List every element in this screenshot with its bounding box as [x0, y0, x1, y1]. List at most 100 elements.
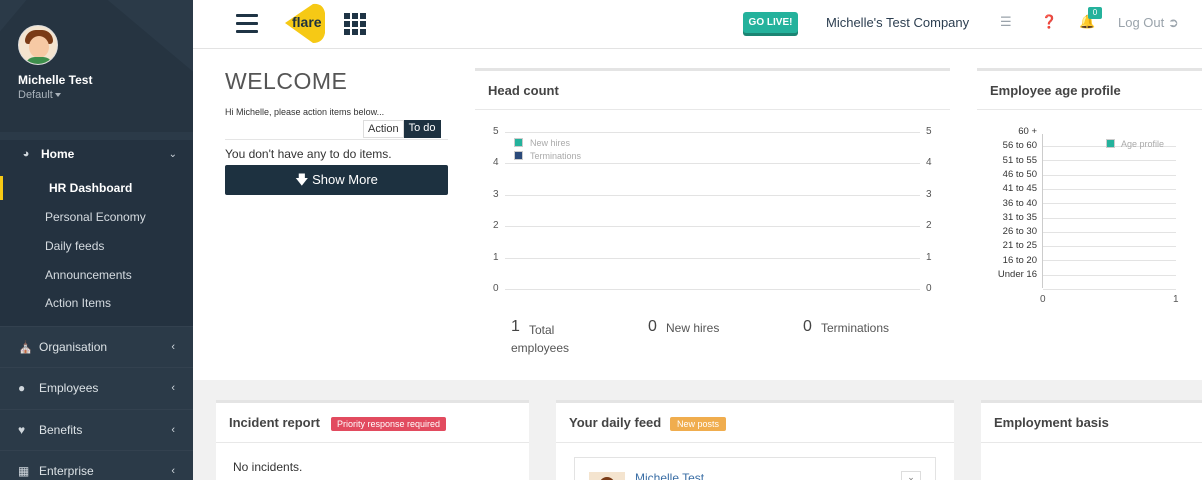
show-more-button[interactable]: 🡇 Show More	[225, 165, 448, 195]
sidebar-label: Employees	[39, 380, 99, 395]
list-icon[interactable]: ☰	[1000, 14, 1012, 30]
divider	[981, 442, 1202, 443]
go-live-button[interactable]: GO LIVE!	[743, 12, 798, 33]
user-name: Michelle Test	[18, 73, 93, 87]
logout-label: Log Out	[1118, 15, 1165, 30]
age-category-label: 60 +	[1018, 126, 1037, 137]
sidebar-label: Benefits	[39, 422, 83, 437]
y-tick-right: 5	[926, 126, 932, 137]
gridline	[1043, 175, 1176, 176]
user-role-dropdown[interactable]: Default	[18, 89, 61, 101]
incident-card: Incident report Priority response requir…	[216, 400, 529, 480]
gridline	[1043, 289, 1176, 290]
sidebar-item-personal-economy[interactable]: Personal Economy	[45, 210, 146, 224]
todo-tabs: Action To do	[363, 120, 441, 138]
tab-todo[interactable]: To do	[403, 120, 441, 138]
sidebar-item-daily-feeds[interactable]: Daily feeds	[45, 239, 104, 253]
sidebar-label: Enterprise	[39, 463, 94, 478]
company-name[interactable]: Michelle's Test Company	[826, 15, 969, 30]
y-tick-left: 2	[493, 220, 499, 231]
stat-terminations-value: 0	[803, 318, 812, 335]
sidebar-item-employees[interactable]: ● Employees ‹	[0, 367, 193, 407]
show-more-label: Show More	[312, 172, 378, 187]
divider	[475, 109, 950, 110]
stat-newhires-label: New hires	[666, 321, 720, 335]
y-tick-left: 1	[493, 252, 499, 263]
stat-total-label: Total employees	[511, 323, 570, 355]
age-category-label: 21 to 25	[1002, 240, 1037, 251]
chevron-left-icon: ‹	[171, 340, 175, 353]
age-category-label: 16 to 20	[1002, 255, 1037, 266]
stat-newhires-value: 0	[648, 318, 657, 335]
logo-text: flare	[292, 14, 322, 30]
gridline	[505, 195, 920, 196]
y-axis	[1042, 134, 1043, 288]
chevron-left-icon: ‹	[171, 381, 175, 394]
y-tick-right: 1	[926, 252, 932, 263]
employment-title: Employment basis	[994, 415, 1109, 430]
tab-action[interactable]: Action	[363, 120, 404, 138]
gridline	[1043, 246, 1176, 247]
logout-link[interactable]: Log Out ➲	[1118, 15, 1179, 31]
legend-swatch-terminations	[514, 151, 523, 160]
sidebar-item-benefits[interactable]: ♥ Benefits ‹	[0, 409, 193, 449]
sidebar: Michelle Test Default ◕ Home ⌄ HR Dashbo…	[0, 0, 193, 480]
sign-out-icon: ➲	[1167, 15, 1179, 30]
stat-terminations-label: Terminations	[821, 321, 890, 335]
x-tick: 1	[1173, 294, 1179, 305]
nav-home-label: Home	[41, 147, 75, 161]
sitemap-icon: ▦	[18, 463, 30, 478]
daily-feed-card: Your daily feed New posts Michelle Test …	[556, 400, 954, 480]
dashboard-icon: ◕	[22, 148, 30, 160]
new-posts-badge: New posts	[670, 417, 727, 431]
sidebar-item-announcements[interactable]: Announcements	[45, 268, 132, 282]
gridline	[1043, 189, 1176, 190]
priority-badge: Priority response required	[331, 417, 447, 431]
age-category-label: 26 to 30	[1002, 226, 1037, 237]
legend-terminations: Terminations	[530, 151, 582, 161]
apps-grid-icon[interactable]	[344, 13, 366, 35]
age-category-label: 46 to 50	[1002, 169, 1037, 180]
legend-new-hires: New hires	[530, 138, 571, 148]
feed-title: Your daily feed	[569, 415, 662, 430]
headcount-card: Head count	[475, 68, 950, 358]
gridline	[1043, 260, 1176, 261]
caret-down-icon	[54, 93, 61, 98]
gridline	[1043, 232, 1176, 233]
employment-basis-card: Employment basis	[981, 400, 1202, 480]
menu-toggle-icon[interactable]	[236, 14, 258, 33]
age-category-label: 51 to 55	[1002, 155, 1037, 166]
legend-age-profile: Age profile	[1121, 139, 1165, 149]
y-tick-left: 4	[493, 157, 499, 168]
divider	[225, 139, 448, 140]
feed-post[interactable]: Michelle Test ⌄	[574, 457, 936, 480]
y-tick-left: 3	[493, 189, 499, 200]
gridline	[1043, 218, 1176, 219]
post-author[interactable]: Michelle Test	[635, 471, 704, 480]
user-panel: Michelle Test Default	[0, 0, 193, 132]
sidebar-item-organisation[interactable]: ⛪ Organisation ‹	[0, 326, 193, 366]
post-avatar	[589, 472, 625, 480]
chevron-left-icon: ‹	[171, 464, 175, 477]
avatar[interactable]	[18, 25, 58, 65]
gridline	[1043, 160, 1176, 161]
gridline	[505, 163, 920, 164]
help-icon[interactable]: ❓	[1041, 14, 1057, 30]
sidebar-label: Organisation	[39, 339, 108, 354]
gridline	[505, 289, 920, 290]
sidebar-item-enterprise[interactable]: ▦ Enterprise ‹	[0, 450, 193, 480]
trophy-icon: ♥	[18, 422, 26, 437]
x-tick: 0	[1040, 294, 1046, 305]
welcome-greeting: Hi Michelle, please action items below..…	[225, 107, 385, 117]
age-category-label: 56 to 60	[1002, 140, 1037, 151]
flare-logo[interactable]: flare	[283, 3, 327, 44]
sidebar-item-hr-dashboard[interactable]: HR Dashboard	[49, 181, 132, 195]
gridline	[1043, 203, 1176, 204]
nav-home[interactable]: ◕ Home ⌄	[0, 142, 193, 166]
y-tick-left: 0	[493, 283, 499, 294]
post-menu-icon[interactable]: ⌄	[901, 471, 921, 480]
age-category-label: 36 to 40	[1002, 198, 1037, 209]
welcome-title: WELCOME	[225, 68, 348, 94]
users-icon: ●	[18, 380, 26, 395]
sidebar-item-action-items[interactable]: Action Items	[45, 296, 111, 310]
